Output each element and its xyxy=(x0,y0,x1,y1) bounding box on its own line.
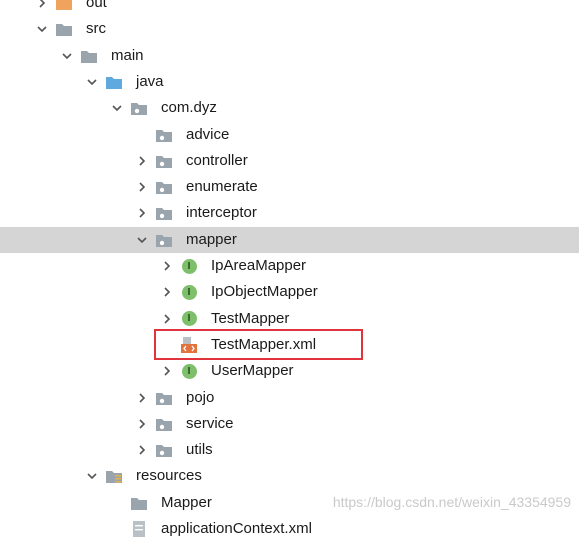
interface-icon: I xyxy=(180,362,198,380)
tree-item-label: service xyxy=(186,414,234,432)
chevron-right-icon[interactable] xyxy=(135,417,149,431)
tree-item-label: applicationContext.xml xyxy=(161,520,312,537)
tree-item-controller[interactable]: controller xyxy=(0,148,579,174)
tree-item-ipobjectmapper[interactable]: I IpObjectMapper xyxy=(0,279,579,305)
chevron-right-icon[interactable] xyxy=(135,443,149,457)
tree-item-label: mapper xyxy=(186,230,237,248)
tree-item-label: UserMapper xyxy=(211,362,294,380)
tree-item-label: controller xyxy=(186,151,248,169)
tree-item-label: IpAreaMapper xyxy=(211,257,307,274)
chevron-down-icon[interactable] xyxy=(135,233,149,247)
tree-item-label: IpObjectMapper xyxy=(211,283,318,301)
package-icon xyxy=(155,126,173,144)
package-icon xyxy=(130,99,148,117)
package-icon xyxy=(155,204,173,222)
tree-item-label: java xyxy=(136,72,164,90)
tree-item-usermapper[interactable]: I UserMapper xyxy=(0,358,579,384)
out-folder-icon xyxy=(55,0,73,12)
tree-item-ipareamapper[interactable]: I IpAreaMapper xyxy=(0,253,579,279)
project-tree: out src main java com.dyz advice controller enu… xyxy=(0,0,579,537)
tree-item-mapper[interactable]: mapper xyxy=(0,226,579,253)
tree-item-utils[interactable]: utils xyxy=(0,437,579,463)
tree-item-com-dyz[interactable]: com.dyz xyxy=(0,95,579,121)
package-icon xyxy=(155,415,173,433)
chevron-right-icon[interactable] xyxy=(160,364,174,378)
folder-icon xyxy=(55,20,73,38)
tree-item-advice[interactable]: advice xyxy=(0,122,579,148)
folder-icon xyxy=(80,47,98,65)
source-folder-icon xyxy=(105,73,123,91)
tree-item-applicationcontext-xml[interactable]: applicationContext.xml xyxy=(0,516,579,542)
tree-item-pojo[interactable]: pojo xyxy=(0,385,579,411)
interface-icon: I xyxy=(180,310,198,328)
chevron-down-icon[interactable] xyxy=(110,101,124,115)
tree-item-interceptor[interactable]: interceptor xyxy=(0,200,579,226)
chevron-right-icon[interactable] xyxy=(135,391,149,405)
chevron-right-icon[interactable] xyxy=(135,180,149,194)
interface-badge-letter: I xyxy=(181,311,197,327)
tree-item-label: Mapper xyxy=(161,493,212,511)
tree-item-label: main xyxy=(111,46,144,64)
interface-icon: I xyxy=(180,257,198,275)
chevron-down-icon[interactable] xyxy=(85,75,99,89)
chevron-down-icon[interactable] xyxy=(35,22,49,36)
package-icon xyxy=(155,178,173,196)
tree-item-label: resources xyxy=(136,467,202,485)
tree-item-label: interceptor xyxy=(186,204,257,222)
tree-item-label: pojo xyxy=(186,388,215,406)
package-icon xyxy=(155,152,173,170)
tree-item-service[interactable]: service xyxy=(0,411,579,437)
tree-item-label: advice xyxy=(186,125,230,143)
tree-item-testmapper[interactable]: I TestMapper xyxy=(0,306,579,332)
tree-item-src[interactable]: src xyxy=(0,16,579,42)
chevron-down-icon[interactable] xyxy=(60,49,74,63)
tree-item-label: TestMapper xyxy=(211,309,290,327)
interface-badge-letter: I xyxy=(181,258,197,274)
package-icon xyxy=(155,389,173,407)
chevron-right-icon[interactable] xyxy=(160,312,174,326)
chevron-down-icon[interactable] xyxy=(85,469,99,483)
chevron-right-icon[interactable] xyxy=(135,206,149,220)
xml-config-icon xyxy=(130,520,148,538)
chevron-right-icon[interactable] xyxy=(160,259,174,273)
tree-item-enumerate[interactable]: enumerate xyxy=(0,174,579,200)
tree-item-label: enumerate xyxy=(186,178,258,196)
interface-badge-letter: I xyxy=(181,284,197,300)
interface-icon: I xyxy=(180,283,198,301)
tree-item-resources[interactable]: resources xyxy=(0,463,579,489)
chevron-right-icon[interactable] xyxy=(135,154,149,168)
tree-item-java[interactable]: java xyxy=(0,69,579,95)
package-icon xyxy=(155,441,173,459)
tree-item-out[interactable]: out xyxy=(0,0,579,16)
interface-badge-letter: I xyxy=(181,363,197,379)
highlight-box xyxy=(154,329,363,360)
package-icon xyxy=(155,231,173,249)
tree-item-main[interactable]: main xyxy=(0,43,579,69)
chevron-right-icon[interactable] xyxy=(160,285,174,299)
tree-item-label: utils xyxy=(186,441,213,459)
watermark-text: https://blog.csdn.net/weixin_43354959 xyxy=(332,494,571,510)
tree-item-label: src xyxy=(86,20,106,38)
folder-icon xyxy=(130,494,148,512)
chevron-right-icon[interactable] xyxy=(35,0,49,10)
tree-item-label: com.dyz xyxy=(161,99,217,117)
tree-item-label: out xyxy=(86,0,107,11)
resources-folder-icon xyxy=(105,467,123,485)
